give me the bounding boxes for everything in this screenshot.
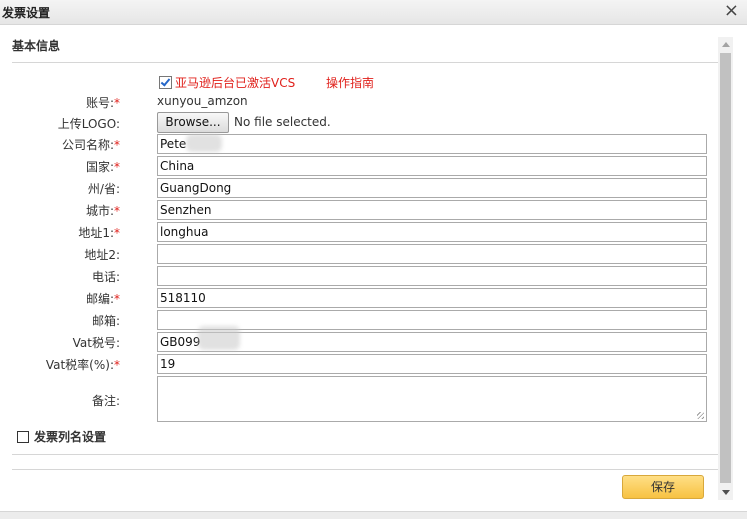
postcode-input[interactable]: 518110 <box>157 288 707 308</box>
email-input[interactable] <box>157 310 707 330</box>
logo-label: 上传LOGO: <box>57 117 120 131</box>
vat-number-label: Vat税号: <box>72 336 120 350</box>
address2-input[interactable] <box>157 244 707 264</box>
dialog-title: 发票设置 <box>2 6 51 20</box>
address2-label: 地址2: <box>84 248 120 262</box>
close-icon[interactable]: × <box>724 1 739 21</box>
vat-rate-input[interactable]: 19 <box>157 354 707 374</box>
scroll-up-icon[interactable] <box>718 37 733 52</box>
vcs-checkbox-row[interactable]: 亚马逊后台已激活VCS <box>159 74 295 90</box>
section-title: 基本信息 <box>12 39 61 53</box>
country-label: 国家:* <box>85 160 120 174</box>
redaction-blur <box>198 326 240 350</box>
vcs-label: 亚马逊后台已激活VCS <box>175 76 296 90</box>
country-input[interactable]: China <box>157 156 707 176</box>
remark-label: 备注: <box>91 394 120 408</box>
operation-guide-link[interactable]: 操作指南 <box>326 74 374 91</box>
account-value: xunyou_amzon <box>157 94 248 108</box>
scrollbar-thumb[interactable] <box>720 53 731 483</box>
invoice-columns-checkbox[interactable] <box>17 430 29 443</box>
footer-divider <box>12 469 718 470</box>
vat-rate-label: Vat税率(%):* <box>45 358 120 372</box>
resize-grip-icon[interactable] <box>697 412 704 419</box>
state-label: 州/省: <box>87 182 120 196</box>
redaction-blur <box>186 134 222 152</box>
account-label: 账号:* <box>85 96 120 110</box>
remark-textarea[interactable] <box>157 376 707 422</box>
postcode-label: 邮编:* <box>85 292 120 306</box>
dialog-content: 基本信息 亚马逊后台已激活VCS 操作指南 账号:* xunyou_amzon … <box>0 25 747 518</box>
invoice-columns-row[interactable]: 发票列名设置 <box>17 428 106 445</box>
vcs-checkbox[interactable] <box>159 76 172 89</box>
section-divider <box>12 62 718 63</box>
city-label: 城市:* <box>85 204 120 218</box>
company-label: 公司名称:* <box>61 138 120 152</box>
address1-input[interactable]: longhua <box>157 222 707 242</box>
no-file-text: No file selected. <box>234 115 331 129</box>
dialog-titlebar: 发票设置 × <box>0 0 747 25</box>
email-label: 邮箱: <box>91 314 120 328</box>
browse-button[interactable]: Browse... <box>157 112 229 133</box>
invoice-columns-label: 发票列名设置 <box>34 430 107 444</box>
scrollbar[interactable] <box>718 37 733 500</box>
scroll-down-icon[interactable] <box>718 485 733 500</box>
phone-input[interactable] <box>157 266 707 286</box>
phone-label: 电话: <box>91 270 120 284</box>
company-input[interactable]: Pete <box>157 134 707 154</box>
footer-divider-top <box>12 454 718 455</box>
save-button[interactable]: 保存 <box>622 475 704 499</box>
state-input[interactable]: GuangDong <box>157 178 707 198</box>
city-input[interactable]: Senzhen <box>157 200 707 220</box>
address1-label: 地址1:* <box>78 226 120 240</box>
